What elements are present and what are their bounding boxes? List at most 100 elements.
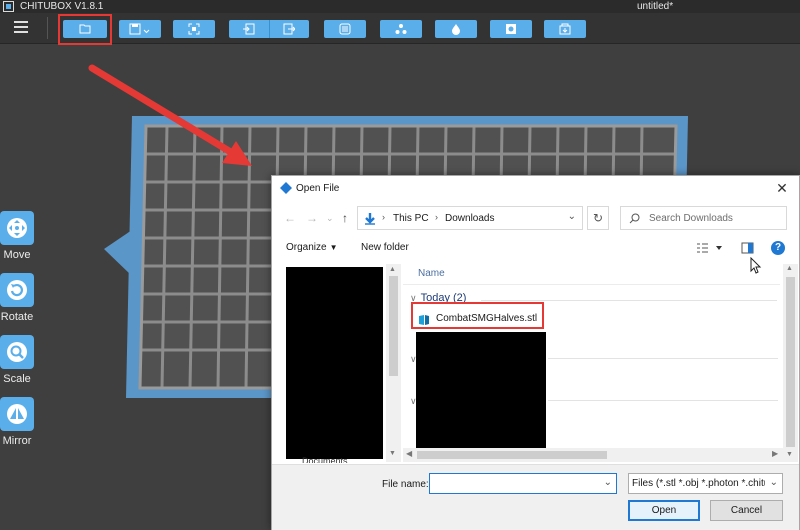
tool-label-scale: Scale [3,373,31,385]
file-list-vertical-scrollbar[interactable]: ▲ ▼ [783,264,798,462]
search-input[interactable] [649,210,784,226]
print-icon [559,23,571,35]
address-bar[interactable]: › This PC › Downloads ⌄ [357,206,583,230]
file-list-pane: Name ∨ Today (2) CombatSMGHalves.stl ∨ ∨ … [403,264,798,462]
tool-scale[interactable]: Scale [0,335,34,385]
hollow-button[interactable] [435,20,477,38]
rotate-button[interactable] [0,273,34,307]
open-file-dialog: Open File ✕ ← → ⌄ ↑ › This PC › Download… [271,175,800,530]
recent-locations-icon[interactable]: ⌄ [326,213,334,224]
import-export-group [229,20,309,38]
support-icon [395,24,407,34]
chitubox-logo-icon [3,1,14,12]
app-title-bar: CHITUBOX V1.8.1 untitled* [0,0,800,13]
drill-icon [506,24,516,34]
cancel-button[interactable]: Cancel [710,500,783,521]
file-list-horizontal-scrollbar[interactable]: ◀ ▶ [403,448,783,462]
new-folder-button[interactable]: New folder [361,242,409,253]
menu-icon[interactable] [14,21,28,33]
breadcrumb-downloads[interactable]: Downloads [445,213,494,224]
downloads-folder-icon [365,213,375,225]
save-button[interactable] [119,20,161,38]
command-bar: Organize ▼ New folder ? [272,236,799,260]
redacted-region [416,332,546,450]
up-arrow-icon[interactable]: ↑ [342,211,348,225]
open-button-highlight [58,14,112,45]
mouse-cursor-icon [750,257,762,274]
breadcrumb-this-pc[interactable]: This PC [393,213,429,224]
view-options-icon[interactable] [696,241,754,255]
close-icon[interactable]: ✕ [773,179,791,197]
file-type-select[interactable]: Files (*.stl *.obj *.photon *.chitubox) … [628,473,783,494]
file-name-label: File name: [382,479,429,490]
dialog-title-bar: Open File ✕ [272,176,799,201]
file-name-field[interactable]: ⌄ [429,473,617,494]
search-icon [629,213,640,224]
scroll-up-icon[interactable]: ▲ [389,266,396,273]
scrollbar-thumb[interactable] [786,277,795,447]
nav-item-documents[interactable]: Documents [302,456,348,463]
hollow-icon [452,24,460,35]
tool-move[interactable]: Move [0,211,34,261]
chevron-down-icon[interactable]: ⌄ [568,211,576,222]
breadcrumb-separator: › [382,212,385,222]
import-icon[interactable] [243,23,255,35]
app-title: CHITUBOX V1.8.1 [20,1,104,12]
navigation-pane[interactable]: ▲ ▼ [272,264,401,462]
scroll-left-icon[interactable]: ◀ [406,449,412,458]
scale-button[interactable] [0,335,34,369]
header-divider [403,284,780,285]
organize-menu[interactable]: Organize ▼ [286,242,338,253]
tool-label-rotate: Rotate [0,311,34,323]
save-icon [129,23,150,35]
slice-settings-icon [339,23,351,35]
support-button[interactable] [380,20,422,38]
scrollbar-thumb[interactable] [417,451,607,459]
mirror-button[interactable] [0,397,34,431]
search-box[interactable] [620,206,787,230]
back-arrow-icon[interactable]: ← [284,211,296,225]
toolbar-separator [47,17,48,39]
nav-pane-scrollbar[interactable]: ▲ ▼ [386,264,401,462]
scroll-down-icon[interactable]: ▼ [786,451,793,458]
mirror-icon [7,404,27,424]
print-button[interactable] [544,20,586,38]
move-icon [7,218,27,238]
dialog-title: Open File [296,183,340,194]
main-toolbar [0,13,800,44]
document-title: untitled* [637,1,674,12]
organize-label: Organize [286,242,327,253]
forward-arrow-icon[interactable]: → [306,211,318,225]
select-all-icon [188,23,200,35]
scroll-down-icon[interactable]: ▼ [389,450,396,457]
tool-rotate[interactable]: Rotate [0,273,34,323]
tool-label-move: Move [3,249,31,261]
scroll-up-icon[interactable]: ▲ [786,265,793,272]
breadcrumb-separator: › [435,212,438,222]
tool-label-mirror: Mirror [2,435,32,447]
scale-icon [7,342,27,362]
scrollbar-thumb[interactable] [389,276,398,376]
column-header-name[interactable]: Name [418,268,445,279]
file-name-input[interactable] [432,476,598,491]
slice-settings-button[interactable] [324,20,366,38]
refresh-icon[interactable]: ↻ [587,206,609,230]
move-button[interactable] [0,211,34,245]
export-icon[interactable] [283,23,295,35]
chevron-down-icon[interactable]: ⌄ [770,477,778,488]
file-highlight [411,302,544,329]
chitubox-logo-icon [280,182,292,194]
help-icon[interactable]: ? [771,241,785,255]
group-divider [481,300,777,301]
group-divider [548,358,778,359]
select-all-button[interactable] [173,20,215,38]
drill-button[interactable] [490,20,532,38]
redacted-region [286,267,383,459]
tool-mirror[interactable]: Mirror [0,397,34,447]
file-type-value: Files (*.stl *.obj *.photon *.chitubox) [632,478,765,489]
open-button[interactable]: Open [628,500,700,521]
chevron-down-icon: ▼ [329,243,338,252]
chevron-down-icon[interactable]: ⌄ [604,477,612,488]
navigation-bar: ← → ⌄ ↑ › This PC › Downloads ⌄ ↻ [272,203,799,233]
scroll-right-icon[interactable]: ▶ [772,449,778,458]
